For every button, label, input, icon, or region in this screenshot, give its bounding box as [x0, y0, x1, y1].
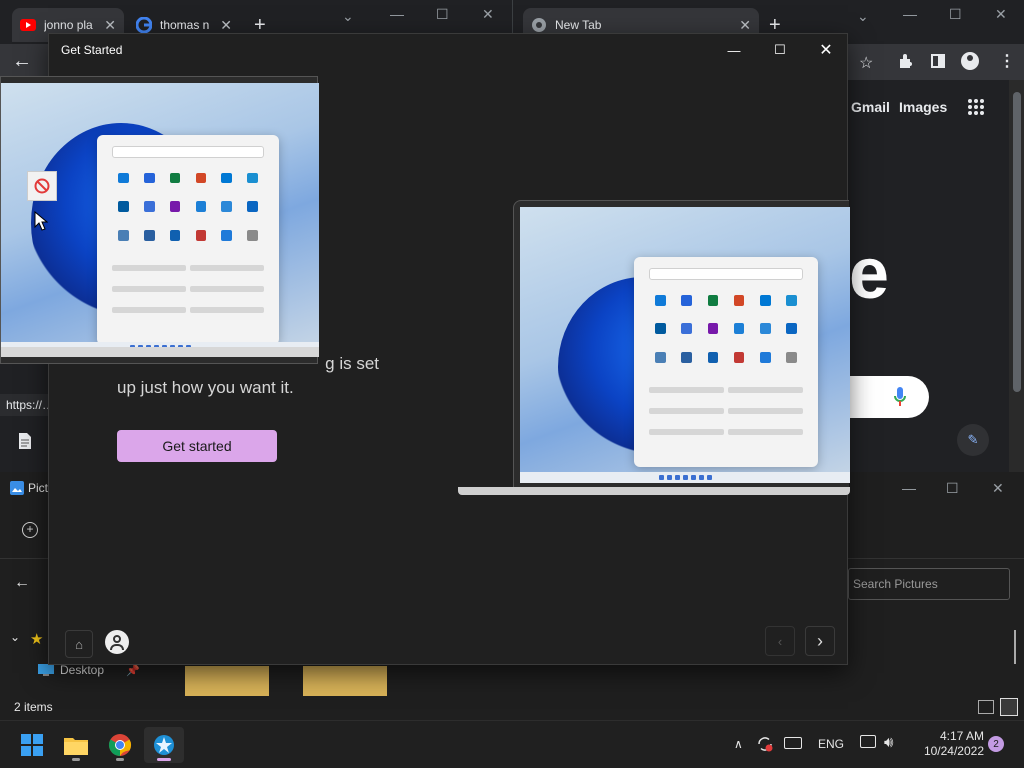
- details-view-icon[interactable]: [978, 700, 994, 714]
- maximize-icon[interactable]: ☐: [757, 34, 803, 66]
- next-arrow-icon[interactable]: ›: [805, 626, 835, 656]
- tab-title: New Tab: [555, 18, 602, 32]
- window-title: Pict: [28, 481, 49, 495]
- item-count: 2 items: [14, 700, 53, 714]
- google-logo-fragment: e: [849, 234, 890, 314]
- chrome-taskbar-button[interactable]: [100, 727, 140, 763]
- start-button[interactable]: [12, 727, 52, 763]
- side-panel-icon[interactable]: [931, 54, 945, 68]
- maximize-icon[interactable]: ☐: [949, 6, 962, 23]
- notification-badge[interactable]: 2: [988, 736, 1004, 752]
- close-icon[interactable]: ✕: [803, 34, 849, 66]
- maximize-icon[interactable]: ☐: [436, 6, 449, 23]
- get-started-button[interactable]: Get started: [117, 430, 277, 462]
- mouse-cursor-icon: [34, 211, 48, 231]
- body-text-line2: up just how you want it.: [117, 378, 294, 397]
- star-icon[interactable]: ★: [30, 630, 43, 648]
- bookmark-star-icon[interactable]: ☆: [859, 53, 873, 73]
- date: 10/24/2022: [923, 744, 984, 758]
- search-input[interactable]: Search Pictures: [848, 568, 1010, 600]
- tab-title: thomas n: [160, 18, 210, 32]
- scrollbar[interactable]: [1009, 80, 1024, 472]
- network-icon[interactable]: [860, 735, 876, 748]
- close-tab-icon[interactable]: ✕: [104, 17, 116, 34]
- images-link[interactable]: Images: [899, 99, 947, 115]
- pin-icon[interactable]: 📌: [126, 664, 140, 677]
- start-menu-preview: [97, 135, 279, 345]
- previous-arrow-icon[interactable]: ‹: [765, 626, 795, 656]
- youtube-icon: [20, 19, 36, 31]
- tab-title: jonno pla: [44, 18, 93, 32]
- pictures-icon: [10, 481, 24, 495]
- gmail-link[interactable]: Gmail: [851, 99, 890, 115]
- back-arrow-icon[interactable]: ←: [14, 574, 30, 592]
- home-icon[interactable]: ⌂: [65, 630, 93, 658]
- extensions-icon[interactable]: [897, 53, 913, 69]
- close-icon[interactable]: ✕: [992, 480, 1004, 497]
- search-box[interactable]: [849, 376, 929, 418]
- chrome-icon: [531, 17, 547, 33]
- search-placeholder: Search Pictures: [853, 577, 938, 591]
- file-icon[interactable]: [18, 432, 40, 454]
- laptop-illustration: [458, 200, 850, 495]
- profile-avatar-icon[interactable]: [961, 52, 979, 70]
- close-icon[interactable]: ✕: [995, 6, 1007, 23]
- tab-search-icon[interactable]: ⌄: [342, 8, 354, 25]
- tiles-view-icon[interactable]: [1000, 698, 1018, 716]
- nav-item-desktop[interactable]: Desktop: [60, 663, 104, 677]
- keyboard-icon[interactable]: [784, 737, 802, 749]
- minimize-icon[interactable]: —: [390, 6, 404, 22]
- close-tab-icon[interactable]: ✕: [739, 17, 751, 34]
- menu-kebab-icon[interactable]: ⋮: [999, 51, 1015, 71]
- maximize-icon[interactable]: ☐: [946, 480, 959, 497]
- sync-icon[interactable]: [756, 735, 774, 753]
- windows-logo-icon: [21, 734, 43, 756]
- folder-thumbnail[interactable]: [303, 666, 387, 696]
- file-explorer-taskbar-button[interactable]: [56, 727, 96, 763]
- taskbar: ∧ ENG 🔊︎ 4:17 AM 10/24/2022 2: [0, 720, 1024, 768]
- microphone-icon[interactable]: [893, 386, 907, 408]
- tab-search-icon[interactable]: ⌄: [857, 8, 869, 25]
- folder-thumbnail[interactable]: [185, 666, 269, 696]
- chevron-up-icon[interactable]: ∧: [734, 737, 743, 751]
- scrollbar[interactable]: [1014, 630, 1016, 664]
- chrome-icon: [109, 734, 131, 756]
- get-started-icon: [154, 735, 174, 755]
- minimize-icon[interactable]: —: [902, 480, 916, 496]
- preview-bottom-bar: [1, 347, 319, 357]
- windows-desktop-screenshot: [1, 83, 319, 353]
- apps-grid-icon[interactable]: [967, 98, 985, 116]
- get-started-taskbar-button[interactable]: [144, 727, 184, 763]
- desktop-folder-icon: [38, 664, 54, 676]
- dragged-image-preview[interactable]: [0, 76, 319, 364]
- back-arrow-icon[interactable]: ←: [12, 50, 32, 73]
- edit-pencil-icon[interactable]: ✎: [957, 424, 989, 456]
- no-drop-icon: [27, 171, 57, 201]
- google-icon: [136, 17, 152, 33]
- close-icon[interactable]: ✕: [482, 6, 494, 23]
- laptop-screen: [520, 207, 850, 483]
- start-menu-preview: [634, 257, 818, 467]
- language-indicator[interactable]: ENG: [818, 737, 844, 751]
- close-tab-icon[interactable]: ✕: [220, 17, 232, 34]
- account-icon[interactable]: [105, 630, 129, 654]
- time: 4:17 AM: [939, 729, 984, 743]
- minimize-icon[interactable]: —: [903, 6, 917, 22]
- new-item-icon[interactable]: +: [22, 522, 38, 538]
- laptop-base: [458, 487, 850, 495]
- folder-icon: [64, 738, 88, 755]
- chevron-down-icon[interactable]: ⌄: [10, 630, 20, 644]
- clock[interactable]: 4:17 AM 10/24/2022: [904, 729, 984, 759]
- minimize-icon[interactable]: —: [711, 34, 757, 66]
- volume-icon[interactable]: 🔊︎: [884, 734, 893, 751]
